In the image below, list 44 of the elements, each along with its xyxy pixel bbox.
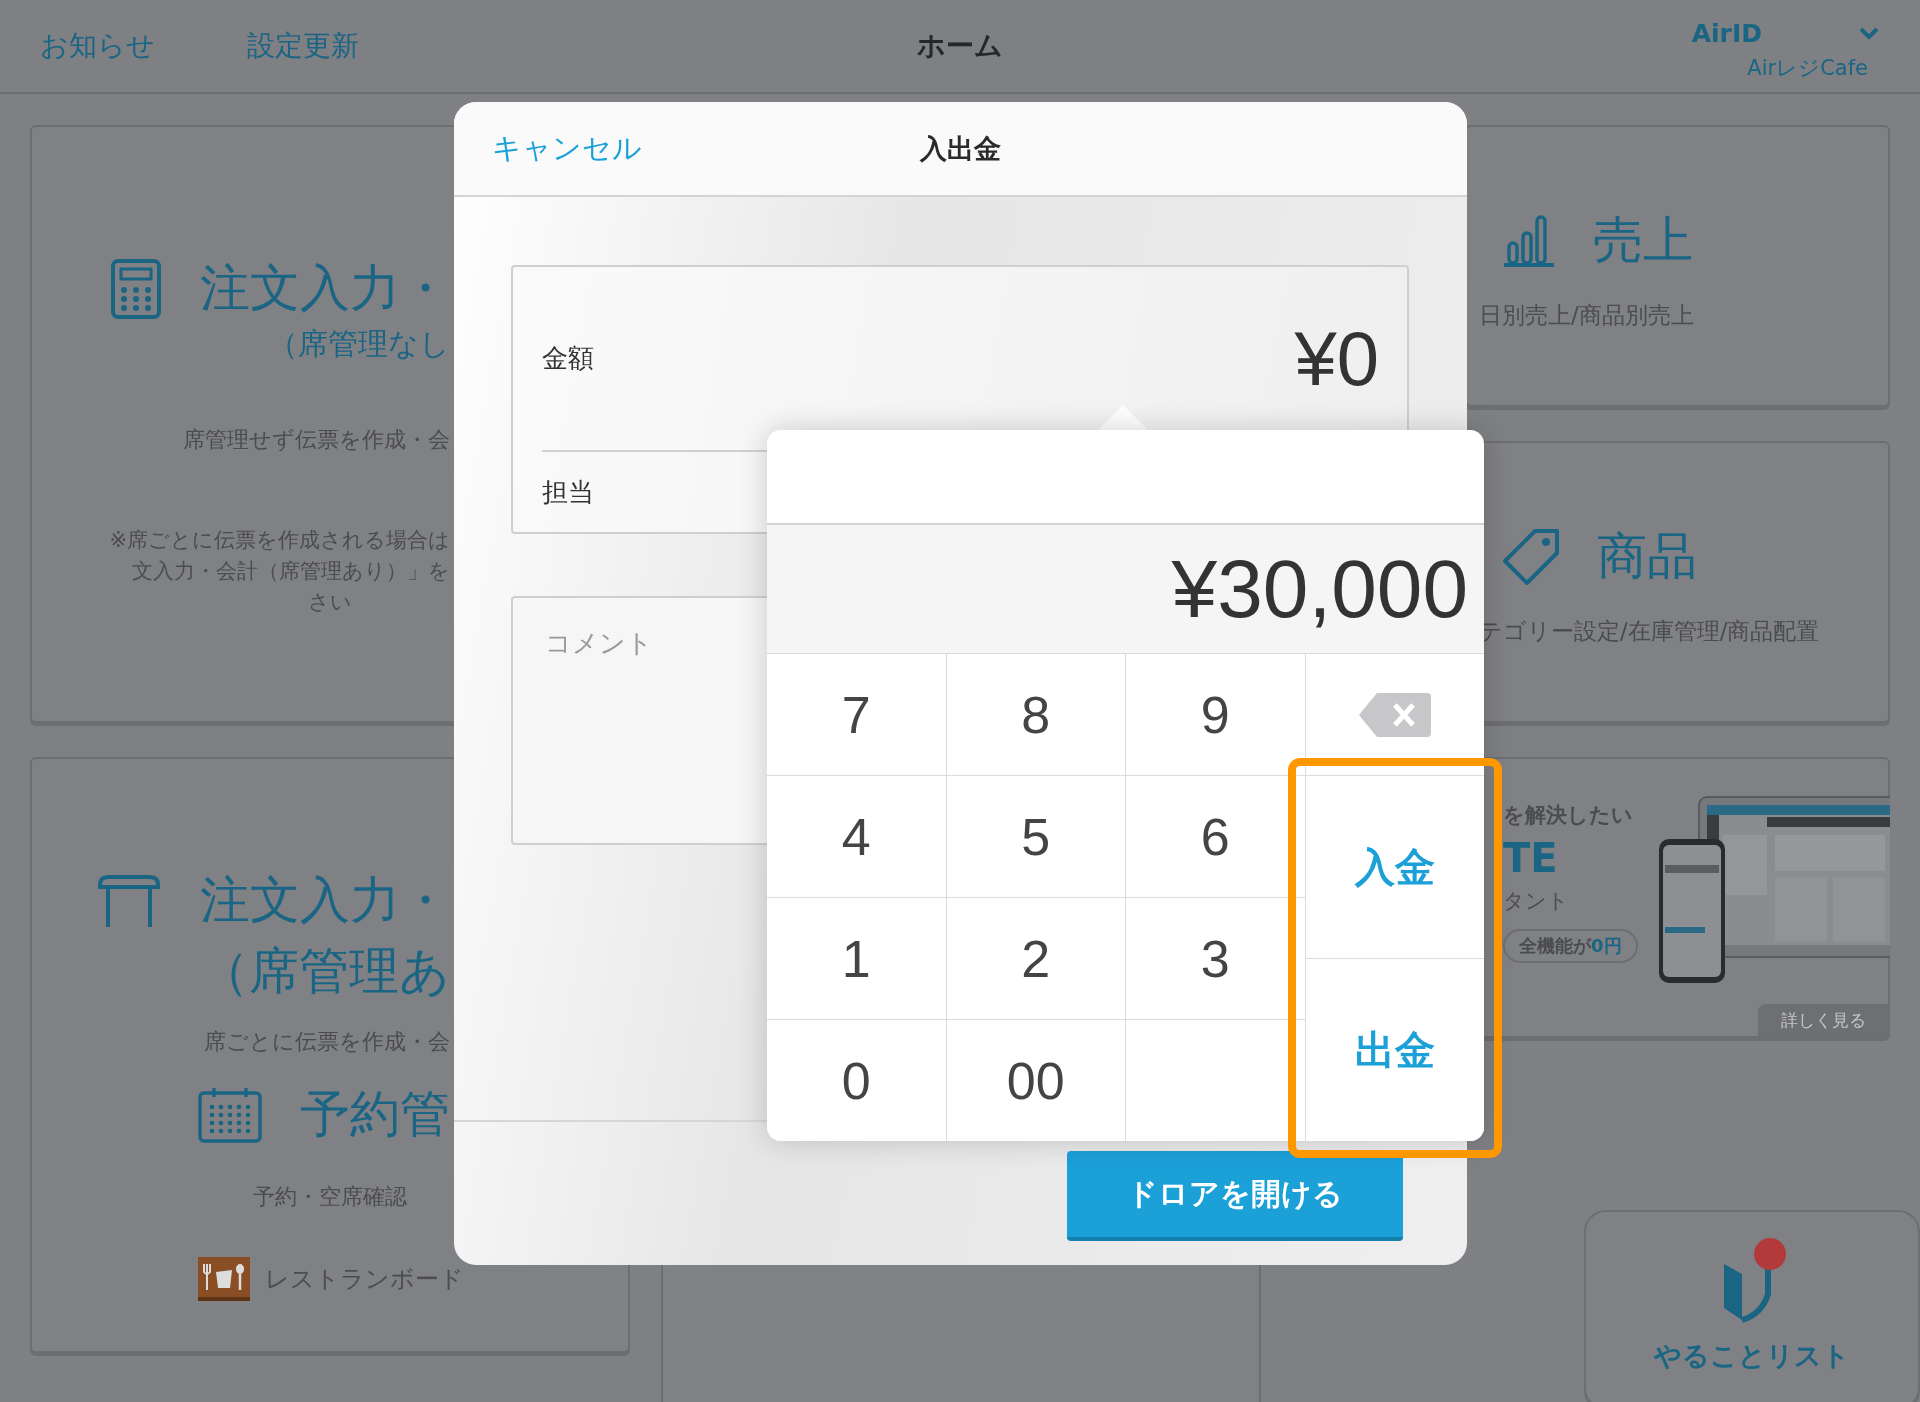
bar-chart-icon: [1501, 212, 1557, 269]
page-title: ホーム: [917, 28, 1003, 64]
chevron-down-icon[interactable]: [1858, 26, 1880, 40]
restaurant-board-icon[interactable]: [196, 1256, 251, 1302]
staff-label[interactable]: 担当: [542, 474, 594, 510]
backspace-icon[interactable]: [1356, 690, 1433, 739]
card-title: 商品: [1597, 526, 1697, 587]
calculator-icon: [110, 257, 162, 320]
card-subtitle: （席管理なし: [268, 325, 450, 363]
card-title: 売上: [1593, 210, 1693, 271]
amount-label: 金額: [542, 342, 594, 375]
keypad-display: ¥30,000: [1171, 542, 1468, 636]
number-key[interactable]: 6: [1126, 776, 1305, 897]
card-title: 注文入力・: [200, 870, 450, 931]
card-subtitle: （席管理あ: [199, 941, 450, 1002]
todo-label: やることリスト: [1654, 1339, 1850, 1373]
number-key[interactable]: 7: [767, 654, 946, 775]
withdraw-button[interactable]: 出金: [1305, 959, 1484, 1141]
pill-price: 0円: [1591, 934, 1622, 958]
card-title: 注文入力・: [200, 258, 450, 319]
number-key[interactable]: 00: [946, 1020, 1125, 1141]
number-key[interactable]: 9: [1126, 654, 1305, 775]
open-drawer-button[interactable]: ドロアを開ける: [1067, 1151, 1403, 1241]
number-key[interactable]: 5: [946, 776, 1125, 897]
details-button[interactable]: 詳しく見る: [1758, 1004, 1888, 1036]
todo-card[interactable]: やることリスト: [1584, 1210, 1920, 1402]
card-title: 予約管: [300, 1084, 450, 1145]
header-link[interactable]: お知らせ: [40, 27, 155, 65]
ad-brand: TE: [1503, 835, 1558, 881]
table-icon: [96, 872, 162, 929]
number-key[interactable]: 2: [946, 898, 1125, 1019]
store-name: AirレジCafe: [1747, 54, 1868, 82]
number-key[interactable]: 3: [1126, 898, 1305, 1019]
deposit-button[interactable]: 入金: [1305, 776, 1484, 958]
number-key[interactable]: 0: [767, 1020, 946, 1141]
account-name[interactable]: AirID: [1691, 18, 1762, 48]
dialog-title: 入出金: [920, 131, 1001, 166]
number-key[interactable]: 4: [767, 776, 946, 897]
tag-icon: [1501, 526, 1561, 587]
number-key[interactable]: 1: [767, 898, 946, 1019]
calendar-icon: [198, 1086, 262, 1143]
header-link[interactable]: 設定更新: [247, 27, 359, 65]
number-key[interactable]: 8: [946, 654, 1125, 775]
amount-value[interactable]: ¥0: [1294, 315, 1379, 402]
